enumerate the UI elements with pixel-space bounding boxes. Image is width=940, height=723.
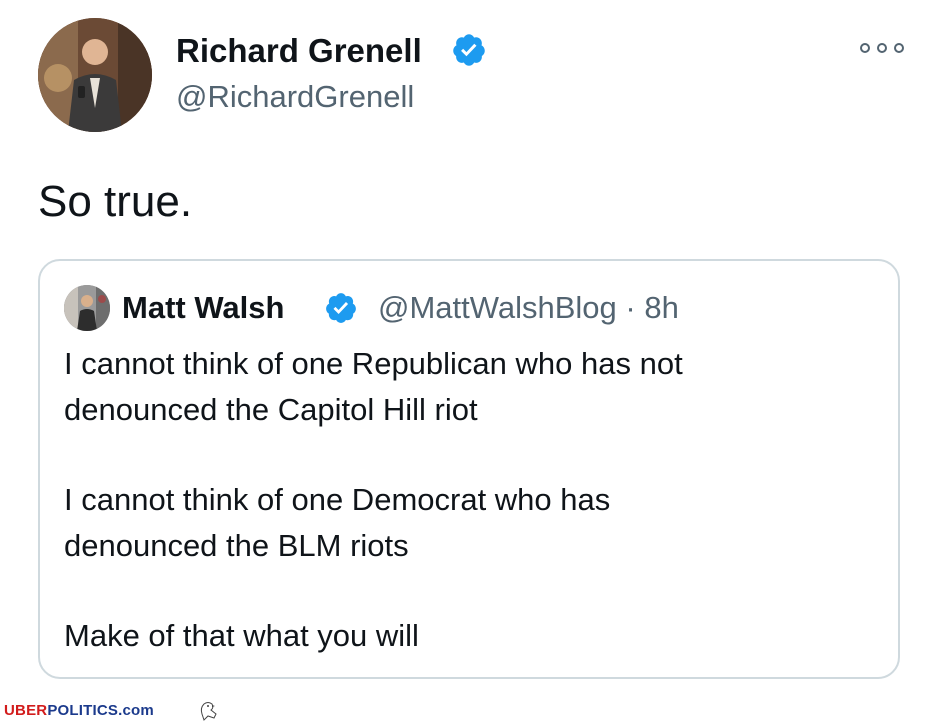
watermark-part: POLITICS [47, 702, 119, 719]
quoted-tweet-card[interactable]: Matt Walsh @MattWalshBlog · 8h I cannot … [38, 259, 900, 679]
avatar-photo [38, 18, 152, 132]
quoted-text-line: denounced the BLM riots [64, 528, 409, 563]
tweet-card: Richard Grenell @RichardGrenell So true.… [0, 0, 940, 700]
verified-badge-icon [453, 34, 485, 66]
author-avatar[interactable] [38, 18, 152, 132]
watermark-part: .com [118, 702, 154, 719]
quoted-text-line: I cannot think of one Republican who has… [64, 346, 683, 381]
quoted-author-meta[interactable]: @MattWalshBlog · 8h [378, 289, 679, 327]
watermark-bar: UBERPOLITICS.com [0, 700, 940, 723]
author-handle[interactable]: @RichardGrenell [176, 79, 414, 115]
quoted-text-line: denounced the Capitol Hill riot [64, 392, 478, 427]
eagle-icon [200, 702, 217, 721]
quoted-text-line: I cannot think of one Democrat who has [64, 482, 611, 517]
quoted-text-line: Make of that what you will [64, 618, 419, 653]
watermark-logo[interactable]: UBERPOLITICS.com [4, 702, 154, 720]
watermark-part: UBER [4, 702, 48, 719]
quoted-author-avatar[interactable] [64, 285, 110, 331]
more-dot [877, 43, 887, 53]
more-dot [860, 43, 870, 53]
tweet-text: So true. [38, 177, 193, 226]
more-options-icon[interactable] [860, 38, 904, 58]
verified-badge-icon [326, 293, 356, 323]
quoted-avatar-photo [64, 285, 110, 331]
quoted-author-name[interactable]: Matt Walsh [122, 289, 284, 327]
author-name[interactable]: Richard Grenell [176, 31, 422, 71]
more-dot [894, 43, 904, 53]
